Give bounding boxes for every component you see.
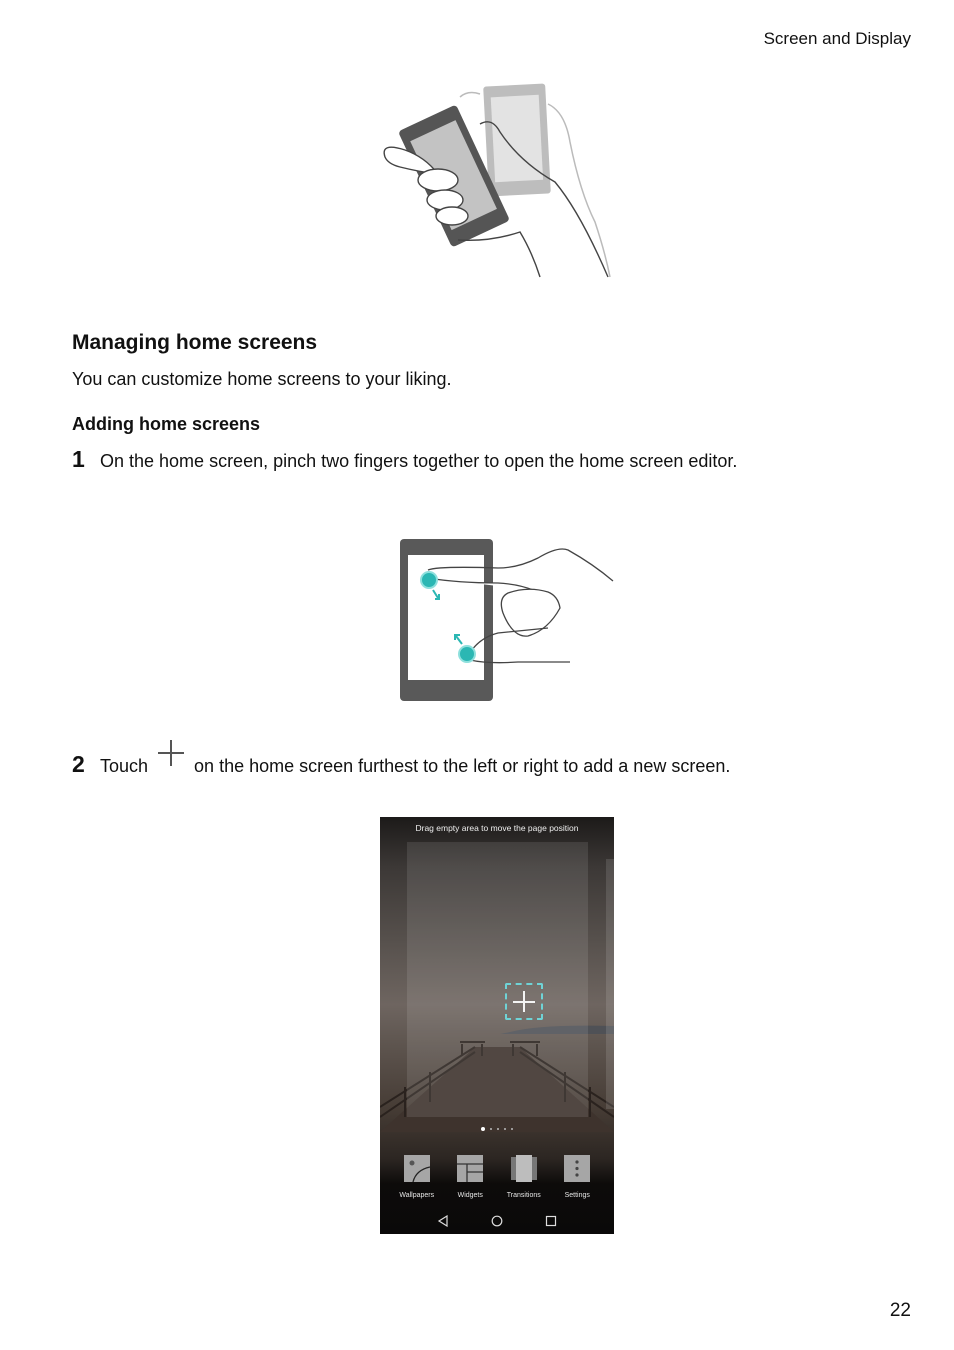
home-screen-editor-screenshot: Drag empty area to move the page positio… bbox=[380, 817, 614, 1234]
transitions-icon bbox=[510, 1155, 537, 1182]
pinch-gesture-illustration bbox=[400, 539, 614, 701]
wallpaper-icon bbox=[403, 1155, 430, 1183]
page-dot bbox=[504, 1128, 506, 1130]
tool-transitions[interactable]: Transitions bbox=[499, 1155, 549, 1199]
tool-wallpapers[interactable]: Wallpapers bbox=[392, 1155, 442, 1199]
touch-point-top bbox=[420, 571, 438, 589]
phone-screen bbox=[408, 555, 484, 680]
page-dot-active bbox=[481, 1127, 485, 1131]
touch-point-bottom bbox=[458, 645, 476, 663]
page-dot bbox=[490, 1128, 492, 1130]
step-text-before: Touch bbox=[100, 756, 149, 776]
settings-more-icon bbox=[564, 1155, 591, 1182]
tool-label: Transitions bbox=[506, 1192, 541, 1199]
tool-label: Widgets bbox=[457, 1192, 483, 1199]
editor-toolbar: Wallpapers Widgets Transitions Settings bbox=[380, 1155, 614, 1199]
plus-icon bbox=[158, 740, 185, 766]
home-icon[interactable] bbox=[491, 1215, 503, 1227]
section-title: Managing home screens bbox=[72, 331, 318, 354]
tool-settings[interactable]: Settings bbox=[552, 1155, 602, 1199]
section-intro: You can customize home screens to your l… bbox=[72, 369, 452, 389]
next-page-thumbnail[interactable] bbox=[606, 859, 614, 1109]
page-dot bbox=[511, 1128, 513, 1130]
home-page-thumbnail[interactable] bbox=[407, 842, 588, 1117]
tilt-phone-illustration bbox=[383, 83, 611, 278]
step-number: 1 bbox=[72, 446, 85, 472]
tool-label: Wallpapers bbox=[399, 1192, 435, 1199]
tool-label: Settings bbox=[564, 1192, 590, 1199]
navigation-bar bbox=[380, 1215, 614, 1227]
page-indicator bbox=[380, 1127, 614, 1131]
back-icon[interactable] bbox=[437, 1215, 449, 1227]
add-page-button[interactable] bbox=[505, 983, 543, 1020]
step-text: On the home screen, pinch two fingers to… bbox=[100, 451, 738, 471]
editor-hint: Drag empty area to move the page positio… bbox=[415, 823, 579, 833]
widgets-icon bbox=[457, 1155, 484, 1182]
step-text-after: on the home screen furthest to the left … bbox=[194, 756, 731, 776]
page-dot bbox=[497, 1128, 499, 1130]
tool-widgets[interactable]: Widgets bbox=[445, 1155, 495, 1199]
step-2: 2 Touch on the home screen furthest to t… bbox=[72, 740, 731, 778]
recents-icon[interactable] bbox=[545, 1215, 557, 1227]
step-1: 1 On the home screen, pinch two fingers … bbox=[72, 446, 737, 473]
step-number: 2 bbox=[72, 751, 85, 777]
page-number: 22 bbox=[889, 1300, 911, 1321]
subsection-title: Adding home screens bbox=[72, 414, 261, 434]
page-header-section: Screen and Display bbox=[763, 29, 911, 48]
